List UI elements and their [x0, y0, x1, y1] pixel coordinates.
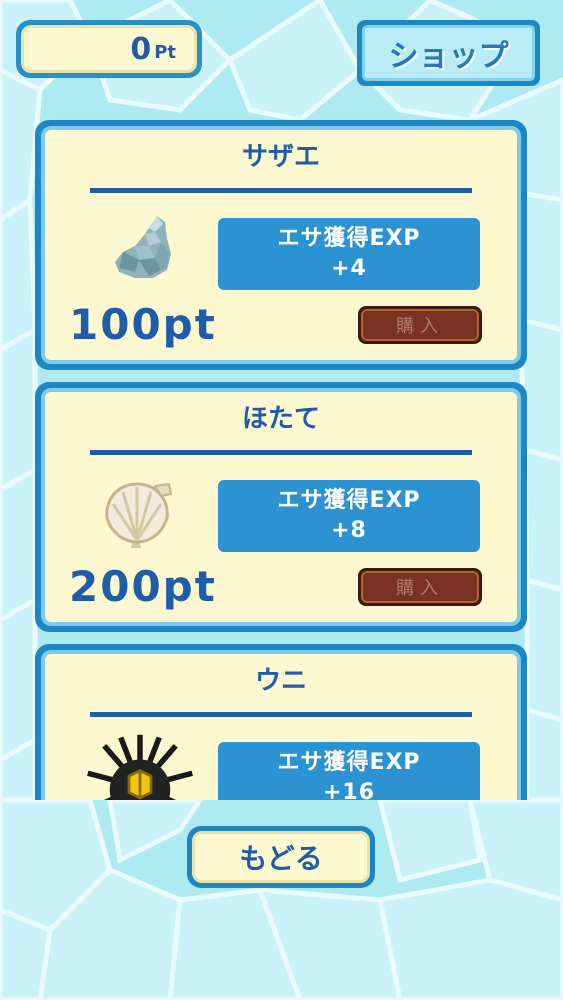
title-divider — [90, 450, 472, 455]
exp-label: エサ獲得EXP — [277, 226, 421, 251]
title-divider — [90, 188, 472, 193]
item-price: 200pt — [69, 562, 217, 611]
shop-item-card: ほたて エサ獲得EXP +8 200pt 購入 — [35, 382, 527, 632]
item-name: ほたて — [241, 404, 320, 434]
points-display-inner: 0 Pt — [21, 25, 197, 73]
item-list[interactable]: サザエ エサ獲得EXP +4 100pt 購入 ほたて エサ獲得EXP +8 2… — [0, 116, 563, 800]
points-value: 0 — [130, 31, 153, 67]
shop-button-label: ショップ — [362, 25, 535, 81]
item-name: サザエ — [241, 142, 320, 172]
points-unit: Pt — [154, 41, 176, 63]
exp-bonus-box: エサ獲得EXP +4 — [218, 218, 480, 290]
turban-shell-icon — [115, 216, 171, 278]
shop-button[interactable]: ショップ — [357, 20, 540, 86]
title-divider — [90, 712, 472, 717]
buy-button[interactable]: 購入 — [358, 306, 482, 344]
sea-urchin-icon — [87, 734, 193, 800]
shop-item-card-inner: ほたて エサ獲得EXP +8 200pt 購入 — [41, 388, 521, 626]
item-price: 100pt — [69, 300, 217, 349]
back-button[interactable]: もどる — [187, 826, 375, 888]
points-display: 0 Pt — [16, 20, 202, 78]
exp-bonus-box: エサ獲得EXP +16 — [218, 742, 480, 800]
exp-value: +4 — [331, 256, 367, 281]
shop-item-card-inner: サザエ エサ獲得EXP +4 100pt 購入 — [41, 126, 521, 364]
buy-button-label: 購入 — [361, 309, 479, 341]
buy-button[interactable]: 購入 — [358, 568, 482, 606]
exp-label: エサ獲得EXP — [277, 750, 421, 775]
exp-value: +8 — [331, 518, 367, 543]
buy-button-label: 購入 — [361, 571, 479, 603]
shop-item-card: ウニ エサ獲得EXP +16 — [35, 644, 527, 800]
shop-item-card-inner: ウニ エサ獲得EXP +16 — [41, 650, 521, 800]
exp-label: エサ獲得EXP — [277, 488, 421, 513]
exp-value: +16 — [322, 780, 376, 800]
scallop-icon — [105, 482, 173, 548]
item-name: ウニ — [254, 666, 307, 696]
back-button-label: もどる — [192, 831, 370, 883]
shop-item-card: サザエ エサ獲得EXP +4 100pt 購入 — [35, 120, 527, 370]
exp-bonus-box: エサ獲得EXP +8 — [218, 480, 480, 552]
